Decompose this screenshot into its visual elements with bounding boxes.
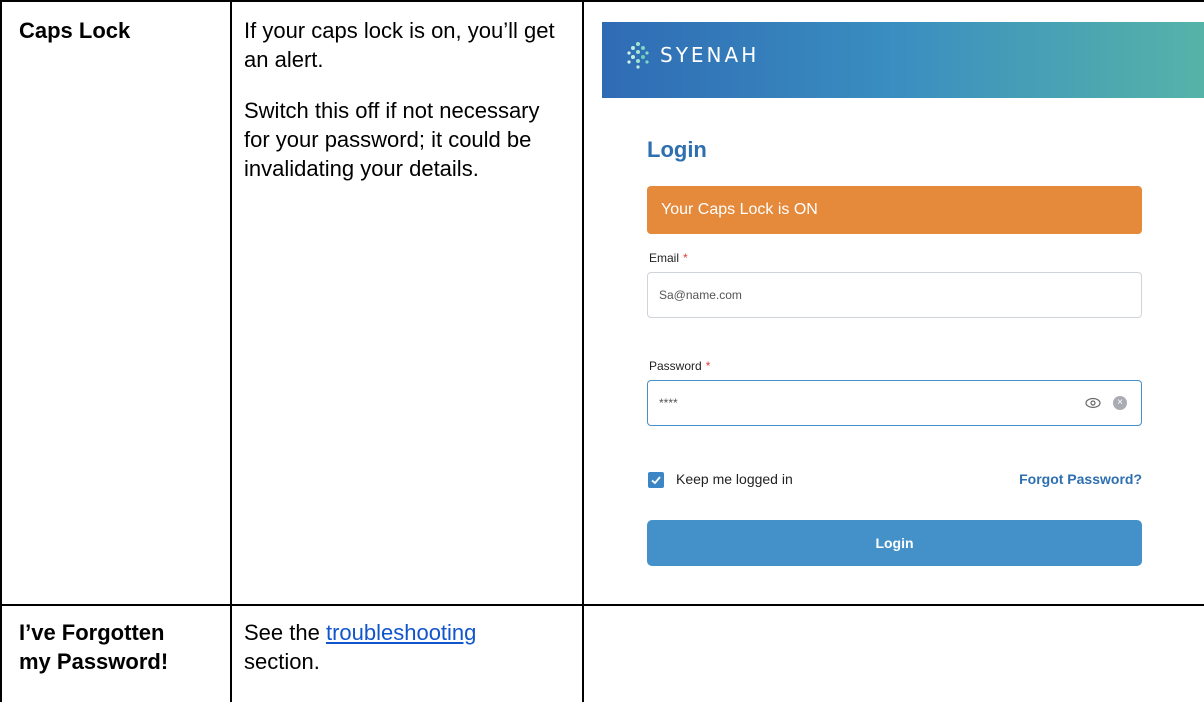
logo-icon (627, 42, 649, 69)
screenshot-cell: SYENAH Login Your Caps Lock is ON Email *… (582, 0, 1204, 606)
email-label-text: Email (649, 251, 680, 265)
email-field[interactable]: Sa@name.com (647, 272, 1142, 318)
clear-icon[interactable]: × (1113, 396, 1127, 410)
desc-before: See the (244, 620, 326, 645)
term-cell: Caps Lock (0, 0, 232, 606)
login-screenshot: SYENAH Login Your Caps Lock is ON Email *… (584, 2, 1204, 602)
password-value: **** (659, 396, 678, 410)
forgotten-password-description: See the troubleshooting section. (244, 618, 570, 676)
description-cell: See the troubleshooting section. (230, 604, 584, 702)
keep-logged-in-checkbox[interactable] (648, 472, 664, 488)
email-label: Email * (649, 251, 688, 265)
password-label-text: Password (649, 359, 702, 373)
caps-lock-description: If your caps lock is on, you’ll get an a… (244, 18, 555, 72)
document-table: Caps Lock If your caps lock is on, you’l… (0, 0, 1204, 702)
keep-logged-in-label[interactable]: Keep me logged in (676, 471, 793, 487)
term-forgotten-password: I’ve Forgotten my Password! (19, 618, 218, 676)
eye-icon[interactable] (1085, 395, 1101, 411)
check-icon (651, 476, 661, 485)
logo-text: SYENAH (660, 43, 760, 67)
term-cell: I’ve Forgotten my Password! (0, 604, 232, 702)
caps-lock-advice: Switch this off if not necessary for you… (244, 98, 540, 181)
table-row: I’ve Forgotten my Password! See the trou… (0, 604, 1204, 702)
email-value: Sa@name.com (659, 288, 742, 302)
caps-lock-alert: Your Caps Lock is ON (647, 186, 1142, 234)
table-row: Caps Lock If your caps lock is on, you’l… (0, 0, 1204, 606)
logo: SYENAH (624, 41, 759, 69)
required-mark: * (683, 251, 688, 265)
login-title: Login (647, 137, 707, 162)
header-banner: SYENAH (602, 22, 1204, 98)
password-label: Password * (649, 359, 710, 373)
password-field[interactable]: **** × (647, 380, 1142, 426)
troubleshooting-link[interactable]: troubleshooting (326, 620, 476, 645)
term-line-1: I’ve Forgotten (19, 620, 165, 645)
required-mark: * (705, 359, 711, 373)
description-cell: If your caps lock is on, you’ll get an a… (230, 0, 584, 606)
term-caps-lock: Caps Lock (19, 18, 131, 43)
term-line-2: my Password! (19, 649, 169, 674)
empty-cell (582, 604, 1204, 702)
desc-after: section. (244, 649, 320, 674)
forgot-password-link[interactable]: Forgot Password? (1019, 471, 1142, 487)
login-button[interactable]: Login (647, 520, 1142, 566)
